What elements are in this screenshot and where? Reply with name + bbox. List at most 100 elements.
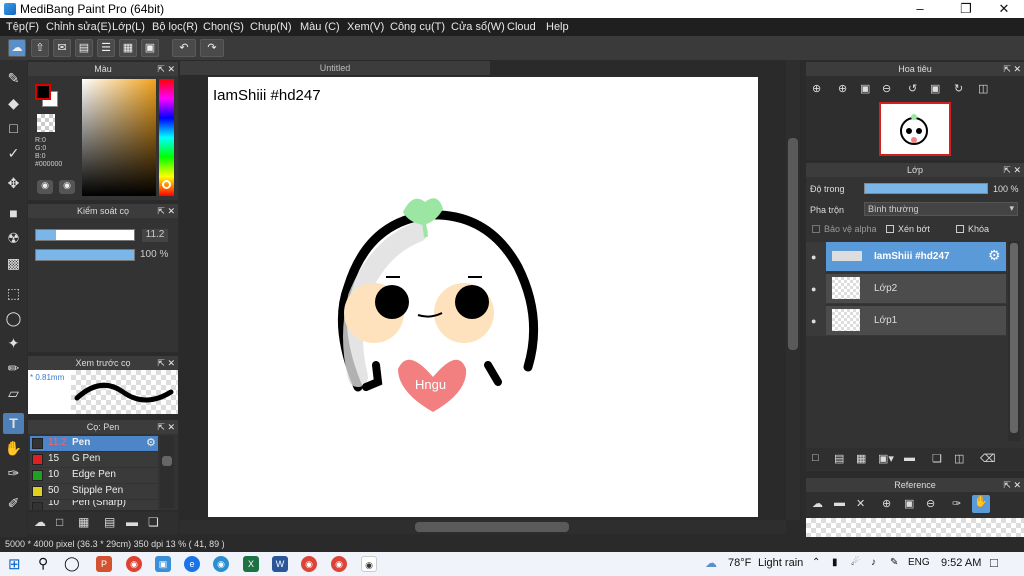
eraser-tool-icon[interactable]: ◆: [3, 93, 24, 114]
chevron-up-icon[interactable]: ⌃: [812, 557, 820, 568]
search-icon[interactable]: ⚲: [38, 555, 48, 572]
hue-slider[interactable]: [159, 79, 174, 196]
volume-icon[interactable]: ♪: [871, 557, 876, 568]
panel-close-icon[interactable]: ⇱ ✕: [157, 356, 175, 370]
add-layer-menu-icon[interactable]: ▣▾: [878, 452, 894, 465]
open-folder-icon[interactable]: ▬: [834, 497, 845, 509]
layer-row[interactable]: Lớp2: [826, 274, 1006, 304]
notice-icon[interactable]: ▤: [75, 39, 93, 57]
brush-settings-gear-icon[interactable]: ⚙: [146, 436, 156, 449]
panel-close-icon[interactable]: ⇱ ✕: [157, 62, 175, 76]
brush-list-scrollbar[interactable]: [160, 436, 174, 508]
navigator-thumbnail[interactable]: [879, 102, 951, 156]
foreground-color-swatch[interactable]: [35, 84, 51, 100]
fit-icon[interactable]: ▣: [860, 82, 870, 95]
menu-color[interactable]: Màu (C): [300, 21, 340, 33]
select-eraser-tool-icon[interactable]: ▱: [3, 383, 24, 404]
brush-opacity-slider[interactable]: [35, 249, 135, 261]
magic-wand-tool-icon[interactable]: ✦: [3, 333, 24, 354]
language-icon[interactable]: ✎: [890, 557, 898, 568]
delete-layer-icon[interactable]: ⌫: [980, 452, 996, 465]
select-pen-tool-icon[interactable]: ✏: [3, 358, 24, 379]
grid-icon[interactable]: ▦: [119, 39, 137, 57]
new-brush-icon[interactable]: □: [56, 515, 63, 529]
new-8bit-layer-icon[interactable]: ▦: [856, 452, 866, 465]
panel-close-icon[interactable]: ⇱ ✕: [1003, 62, 1021, 76]
panel-close-icon[interactable]: ⇱ ✕: [1003, 478, 1021, 492]
cloud-icon[interactable]: ☁: [8, 39, 26, 57]
folder-icon[interactable]: ▬: [904, 452, 915, 464]
monitor-icon[interactable]: ▣: [155, 556, 171, 572]
layer-list-scrollbar[interactable]: [1008, 241, 1020, 441]
layer-opacity-slider[interactable]: [864, 183, 988, 194]
list-icon[interactable]: ☰: [97, 39, 115, 57]
new-halftone-layer-icon[interactable]: ▤: [834, 452, 844, 465]
canvas-document[interactable]: IamShiii #hd247 Hngu: [208, 77, 758, 517]
menu-help[interactable]: Help: [546, 21, 569, 33]
fit-icon[interactable]: ▣: [904, 497, 914, 510]
add-brush-icon[interactable]: ▦: [78, 515, 89, 529]
brush-item[interactable]: 15 G Pen: [30, 452, 158, 467]
zoom-in-icon[interactable]: ⊕: [882, 497, 891, 510]
lock-checkbox[interactable]: [956, 225, 964, 233]
protect-alpha-checkbox[interactable]: [812, 225, 820, 233]
eye-icon[interactable]: ●: [811, 284, 816, 294]
weather-desc[interactable]: Light rain: [758, 557, 803, 569]
move-tool-icon[interactable]: ✥: [3, 173, 24, 194]
bucket-tool-icon[interactable]: ☢: [3, 228, 24, 249]
comment-icon[interactable]: ✉: [53, 39, 71, 57]
minimize-button[interactable]: –: [900, 0, 940, 18]
new-layer-icon[interactable]: □: [812, 452, 819, 464]
share-icon[interactable]: ⇧: [31, 39, 49, 57]
lasso-tool-icon[interactable]: ◯: [3, 308, 24, 329]
medibang-taskbar-icon[interactable]: ◉: [361, 556, 377, 572]
redo-icon[interactable]: ↷: [200, 39, 224, 57]
duplicate-icon[interactable]: ❏: [148, 515, 159, 529]
menu-filter[interactable]: Bộ lọc(R): [152, 21, 198, 33]
menu-tools[interactable]: Công cụ(T): [390, 21, 445, 33]
excel-icon[interactable]: X: [243, 556, 259, 572]
rotate-left-icon[interactable]: ↺: [908, 82, 917, 95]
pen-line-tool-icon[interactable]: ✓: [3, 143, 24, 164]
battery-icon[interactable]: ▮: [832, 557, 838, 568]
eye-icon[interactable]: ●: [811, 252, 816, 262]
maximize-button[interactable]: ❐: [946, 0, 986, 18]
blend-mode-select[interactable]: Bình thường ▾: [864, 202, 1018, 216]
layer-settings-gear-icon[interactable]: ⚙: [988, 247, 1001, 264]
pen-tool-icon[interactable]: ✐: [3, 493, 24, 514]
hand-tool-icon[interactable]: ✋: [3, 438, 24, 459]
hue-handle[interactable]: [162, 180, 171, 189]
browser-icon[interactable]: ◉: [213, 556, 229, 572]
rotate-right-icon[interactable]: ↻: [954, 82, 963, 95]
layout-icon[interactable]: ▣: [141, 39, 159, 57]
canvas-vertical-scrollbar[interactable]: [786, 60, 800, 520]
reference-canvas[interactable]: [806, 518, 1024, 537]
brush-item[interactable]: 10 Edge Pen: [30, 468, 158, 483]
eye-icon[interactable]: ●: [811, 316, 816, 326]
weather-temp[interactable]: 78°F: [728, 557, 751, 569]
fit-screen-icon[interactable]: ▣: [930, 82, 940, 95]
edge-browser-icon[interactable]: e: [184, 556, 200, 572]
chrome-icon[interactable]: ◉: [331, 556, 347, 572]
rectangle-tool-icon[interactable]: □: [3, 118, 24, 139]
powerpoint-icon[interactable]: P: [96, 556, 112, 572]
menu-edit[interactable]: Chỉnh sửa(E): [46, 21, 111, 33]
language-label[interactable]: ENG: [908, 557, 930, 568]
task-view-icon[interactable]: ◯: [64, 555, 80, 572]
menu-window[interactable]: Cửa sổ(W): [451, 21, 505, 33]
duplicate-layer-icon[interactable]: ❏: [932, 452, 942, 465]
notification-icon[interactable]: □: [990, 555, 998, 570]
clock[interactable]: 9:52 AM: [941, 557, 981, 569]
menu-snap[interactable]: Chụp(N): [250, 21, 292, 33]
brush-size-slider[interactable]: [35, 229, 135, 241]
gradient-tool-icon[interactable]: ▩: [3, 253, 24, 274]
palette-add-icon[interactable]: ◉: [59, 180, 75, 194]
layer-row[interactable]: IamShiii #hd247 ⚙: [826, 242, 1006, 272]
eyedropper-tool-icon[interactable]: ✑: [3, 463, 24, 484]
fill-rect-tool-icon[interactable]: ■: [3, 203, 24, 224]
canvas-tab[interactable]: Untitled: [180, 61, 490, 75]
panel-close-icon[interactable]: ⇱ ✕: [1003, 163, 1021, 177]
close-reference-icon[interactable]: ✕: [856, 497, 865, 510]
text-tool-icon[interactable]: T: [3, 413, 24, 434]
zoom-out-icon[interactable]: ⊖: [882, 82, 891, 95]
